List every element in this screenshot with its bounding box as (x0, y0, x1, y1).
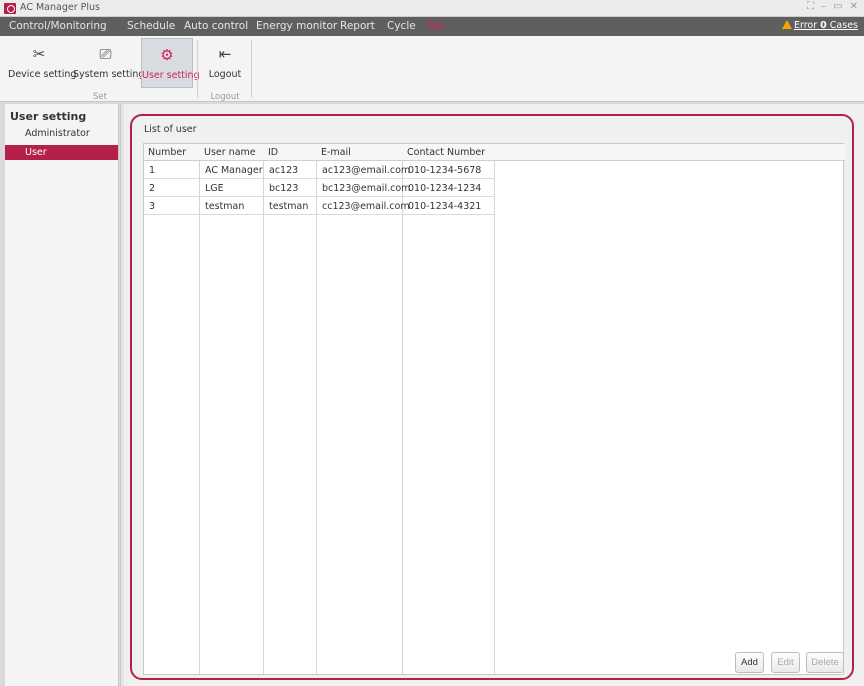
cell-email: bc123@email.com (322, 183, 411, 194)
table-row[interactable]: 1 AC Manager ac123 ac123@email.com 010-1… (144, 162, 494, 179)
sidebar-item-administrator[interactable]: Administrator (5, 126, 118, 141)
menu-set[interactable]: Set (427, 20, 444, 32)
ribbon-toolbar: ✂ Device setting ⎚ System setting ⚙ User… (0, 36, 864, 102)
sidebar: User setting Administrator User (5, 104, 119, 686)
error-label: Error (793, 20, 818, 31)
error-unit: Cases (829, 20, 858, 31)
ribbon-divider (251, 40, 252, 98)
column-header-contact-number[interactable]: Contact Number (403, 144, 494, 161)
main-panel: List of user Number User name ID E-mail … (124, 104, 864, 686)
device-setting-button[interactable]: ✂ Device setting (8, 38, 77, 88)
column-header-email[interactable]: E-mail (317, 144, 402, 161)
menu-cycle[interactable]: Cycle (387, 20, 416, 32)
cell-id: bc123 (269, 183, 299, 194)
table-row[interactable]: 3 testman testman cc123@email.com 010-12… (144, 198, 494, 215)
group-label-set: Set (93, 92, 107, 102)
group-label-logout: Logout (210, 92, 240, 102)
menu-report[interactable]: Report (340, 20, 375, 32)
column-header-id[interactable]: ID (264, 144, 316, 161)
column-divider (494, 144, 495, 674)
column-divider (402, 144, 403, 674)
cell-contact-number: 010-1234-4321 (408, 201, 482, 212)
cell-contact-number: 010-1234-1234 (408, 183, 482, 194)
menu-energy-monitor[interactable]: Energy monitor (256, 20, 337, 32)
cell-number: 1 (149, 165, 156, 176)
device-setting-label: Device setting (8, 69, 77, 80)
cell-user-name: AC Manager (205, 165, 263, 176)
logout-label: Logout (208, 69, 242, 80)
app-title: AC Manager Plus (20, 2, 100, 13)
system-setting-label: System setting (73, 69, 145, 80)
edit-button[interactable]: Edit (771, 652, 800, 673)
close-icon[interactable]: ✕ (850, 1, 858, 12)
column-header-user-name[interactable]: User name (200, 144, 263, 161)
logout-icon: ⇤ (218, 45, 232, 63)
table-row[interactable]: 2 LGE bc123 bc123@email.com 010-1234-123… (144, 180, 494, 197)
cell-id: ac123 (269, 165, 299, 176)
cell-email: cc123@email.com (322, 201, 410, 212)
warning-icon (781, 20, 792, 29)
cell-number: 2 (149, 183, 156, 194)
column-divider (316, 144, 317, 674)
column-divider (199, 144, 200, 674)
window-controls: ⛶ – ▭ ✕ (807, 1, 858, 12)
list-title: List of user (144, 124, 197, 135)
sidebar-title: User setting (10, 110, 87, 123)
user-table: Number User name ID E-mail Contact Numbe… (143, 143, 845, 675)
tools-icon: ✂ (32, 45, 46, 63)
menu-schedule[interactable]: Schedule (127, 20, 175, 32)
maximize-icon[interactable]: ▭ (833, 1, 842, 12)
cell-user-name: LGE (205, 183, 224, 194)
cell-user-name: testman (205, 201, 245, 212)
user-settings-icon: ⚙ (160, 46, 174, 64)
error-count: 0 (820, 20, 827, 31)
main-menu-bar: Control/Monitoring Schedule Auto control… (0, 17, 864, 36)
minimize-icon[interactable]: – (821, 1, 826, 12)
error-link[interactable]: Error 0 Cases (794, 20, 858, 31)
cell-id: testman (269, 201, 309, 212)
ribbon-divider (197, 40, 198, 98)
error-indicator[interactable]: Error 0 Cases (781, 20, 858, 31)
add-button[interactable]: Add (735, 652, 764, 673)
delete-button[interactable]: Delete (806, 652, 844, 673)
sidebar-item-user[interactable]: User (5, 145, 118, 160)
system-setting-button[interactable]: ⎚ System setting (73, 38, 145, 88)
user-setting-button[interactable]: ⚙ User setting (141, 38, 200, 88)
cell-contact-number: 010-1234-5678 (408, 165, 482, 176)
cell-email: ac123@email.com (322, 165, 411, 176)
user-setting-label: User setting (142, 70, 200, 81)
title-bar: AC Manager Plus ⛶ – ▭ ✕ (0, 0, 864, 17)
menu-auto-control[interactable]: Auto control (184, 20, 248, 32)
app-logo-icon (4, 3, 16, 14)
logout-button[interactable]: ⇤ Logout (203, 38, 247, 88)
monitor-settings-icon: ⎚ (99, 45, 112, 63)
menu-control-monitoring[interactable]: Control/Monitoring (9, 20, 107, 32)
cell-number: 3 (149, 201, 156, 212)
column-divider (263, 144, 264, 674)
fullscreen-icon[interactable]: ⛶ (807, 1, 814, 12)
